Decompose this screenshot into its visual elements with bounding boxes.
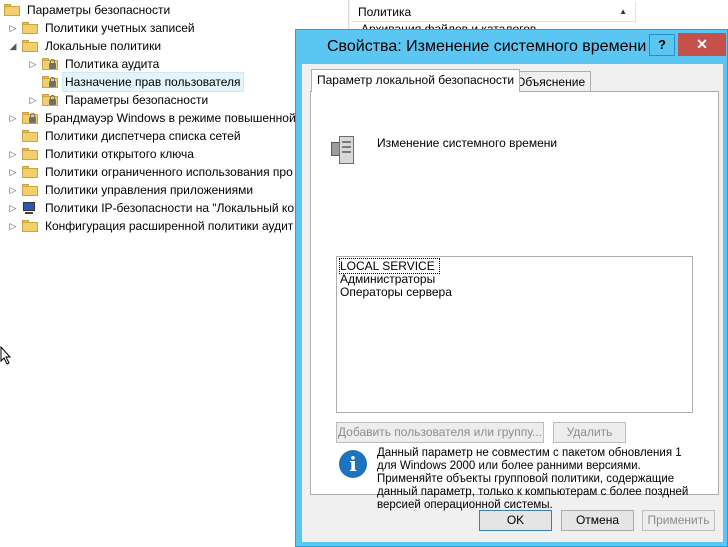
- apply-button[interactable]: Применить: [642, 510, 715, 531]
- tree-item-label: Политика аудита: [65, 57, 160, 71]
- list-item[interactable]: Операторы сервера: [340, 285, 452, 299]
- folder-icon: [22, 184, 38, 196]
- expand-arrow-icon[interactable]: ▷: [8, 19, 18, 37]
- tree-item-label: Локальные политики: [45, 39, 162, 53]
- tree-item-firewall[interactable]: ▷ Брандмауэр Windows в режиме повышенной: [8, 109, 299, 127]
- folder-icon: [22, 166, 38, 178]
- list-item[interactable]: Администраторы: [340, 272, 435, 286]
- collapse-arrow-icon[interactable]: ◢: [8, 37, 18, 55]
- close-button[interactable]: ✕: [678, 33, 726, 56]
- expand-arrow-icon[interactable]: ▷: [8, 181, 18, 199]
- folder-icon: [22, 220, 38, 232]
- expand-arrow-icon[interactable]: ▷: [8, 163, 18, 181]
- folder-icon: [22, 148, 38, 160]
- tree-item-software-restriction[interactable]: ▷ Политики ограниченного использования п…: [8, 163, 296, 181]
- policy-name: Изменение системного времени: [377, 136, 558, 150]
- remove-button[interactable]: Удалить: [553, 422, 626, 443]
- expand-arrow-icon[interactable]: ▷: [8, 217, 18, 235]
- locked-folder-icon: [22, 112, 38, 124]
- computer-icon: [22, 201, 38, 215]
- tree-item-advanced-audit[interactable]: ▷ Конфигурация расширенной политики ауди…: [8, 217, 296, 235]
- shield-folder-icon: [4, 4, 20, 16]
- column-header-label: Политика: [358, 5, 412, 19]
- list-item[interactable]: LOCAL SERVICE: [339, 258, 440, 274]
- expand-arrow-icon[interactable]: ▷: [8, 145, 18, 163]
- cancel-button[interactable]: Отмена: [561, 510, 634, 531]
- tree-item-audit-policy[interactable]: ▷ Политика аудита: [28, 55, 162, 73]
- info-message: Данный параметр не совместим с пакетом о…: [377, 447, 689, 511]
- tree-item-label: Политики учетных записей: [45, 21, 195, 35]
- folder-icon: [22, 130, 38, 142]
- tree-item-label: Политики диспетчера списка сетей: [45, 129, 241, 143]
- tree-item-account-policies[interactable]: ▷ Политики учетных записей: [8, 19, 198, 37]
- tree-item-security-settings[interactable]: Параметры безопасности: [2, 1, 173, 19]
- expand-arrow-icon[interactable]: ▷: [8, 199, 18, 217]
- mouse-cursor-icon: [0, 346, 12, 365]
- help-button[interactable]: ?: [649, 34, 675, 56]
- dialog-titlebar[interactable]: Свойства: Изменение системного времени ?…: [296, 30, 727, 64]
- tree-item-label: Политики IP-безопасности на "Локальный к…: [45, 201, 294, 215]
- tree-item-network-list[interactable]: Политики диспетчера списка сетей: [8, 127, 244, 145]
- server-policy-icon: [331, 132, 361, 166]
- tree-item-label: Политики ограниченного использования про: [45, 165, 293, 179]
- user-group-list[interactable]: LOCAL SERVICE Администраторы Операторы с…: [336, 256, 693, 413]
- tree-item-label: Политики открытого ключа: [45, 147, 194, 161]
- tree-item-label: Назначение прав пользователя: [62, 72, 244, 92]
- tree-item-label: Политики управления приложениями: [45, 183, 254, 197]
- sort-arrow-icon: ▲: [619, 7, 627, 16]
- tab-panel: Изменение системного времени LOCAL SERVI…: [310, 91, 719, 511]
- expand-arrow-icon[interactable]: ▷: [8, 109, 18, 127]
- tab-local-security-setting[interactable]: Параметр локальной безопасности: [311, 69, 521, 92]
- locked-folder-icon: [42, 58, 58, 70]
- tab-explain[interactable]: Объяснение: [510, 71, 592, 92]
- tree-item-label: Параметры безопасности: [65, 93, 209, 107]
- ok-button[interactable]: OK: [479, 510, 552, 531]
- tree-item-label: Конфигурация расширенной политики аудит: [45, 219, 294, 233]
- tree-item-public-key[interactable]: ▷ Политики открытого ключа: [8, 145, 197, 163]
- tree-item-security-options[interactable]: ▷ Параметры безопасности: [28, 91, 211, 109]
- folder-icon: [22, 40, 38, 52]
- tree-item-label: Брандмауэр Windows в режиме повышенной: [45, 111, 296, 125]
- column-header-policy[interactable]: Политика ▲: [351, 2, 636, 22]
- locked-folder-icon: [42, 76, 58, 88]
- expand-arrow-icon[interactable]: ▷: [28, 91, 38, 109]
- dialog-title: Свойства: Изменение системного времени: [327, 38, 647, 55]
- tree-item-label: Параметры безопасности: [27, 3, 171, 17]
- add-user-or-group-button[interactable]: Добавить пользователя или группу...: [336, 422, 544, 443]
- dialog-client: Параметр локальной безопасности Объяснен…: [302, 64, 723, 542]
- expand-arrow-icon[interactable]: ▷: [28, 55, 38, 73]
- locked-folder-icon: [42, 94, 58, 106]
- tree-item-user-rights[interactable]: Назначение прав пользователя: [28, 72, 244, 92]
- folder-icon: [22, 22, 38, 34]
- tree-item-app-control[interactable]: ▷ Политики управления приложениями: [8, 181, 256, 199]
- tree-item-ip-security[interactable]: ▷ Политики IP-безопасности на "Локальный…: [8, 199, 297, 217]
- tree-item-local-policies[interactable]: ◢ Локальные политики: [8, 37, 164, 55]
- properties-dialog: Свойства: Изменение системного времени ?…: [295, 29, 728, 547]
- info-icon: i: [339, 450, 367, 478]
